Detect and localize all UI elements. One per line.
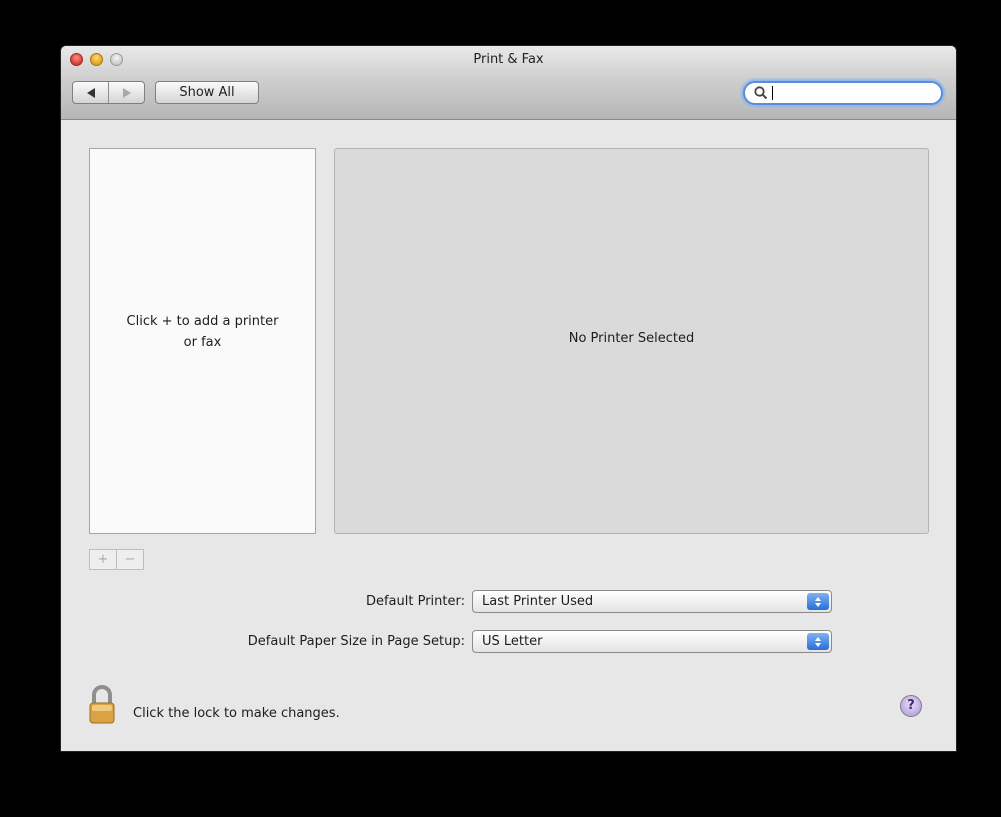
text-cursor: [772, 86, 773, 100]
printer-list-empty-message: Click + to add a printer or fax: [126, 314, 279, 350]
paper-size-value: US Letter: [482, 634, 543, 649]
popup-arrows-icon: [807, 593, 829, 610]
lock-message: Click the lock to make changes.: [133, 706, 340, 721]
no-printer-message: No Printer Selected: [568, 331, 695, 346]
screen-background: Print & Fax Show All Click + to add a pr…: [0, 0, 1001, 817]
default-printer-label: Default Printer:: [365, 594, 465, 609]
help-button[interactable]: ?: [900, 695, 922, 717]
print-fax-window: Print & Fax Show All Click + to add a pr…: [61, 46, 956, 751]
default-printer-popup[interactable]: Last Printer Used: [472, 590, 832, 613]
search-icon: [754, 86, 768, 100]
window-title: Print & Fax: [473, 52, 544, 67]
printer-list[interactable]: Click + to add a printer or fax: [89, 148, 316, 534]
back-button[interactable]: [73, 82, 108, 103]
printer-detail-panel: No Printer Selected: [334, 148, 929, 534]
show-all-button[interactable]: Show All: [155, 81, 259, 104]
back-arrow-icon: [86, 87, 95, 98]
forward-arrow-icon: [122, 87, 131, 98]
back-forward-control: [72, 81, 145, 104]
toolbar: Print & Fax Show All: [61, 46, 956, 120]
paper-size-label: Default Paper Size in Page Setup:: [247, 634, 465, 649]
forward-button[interactable]: [108, 82, 144, 103]
add-remove-control: + −: [89, 549, 144, 570]
search-field[interactable]: [743, 81, 943, 105]
popup-arrows-icon: [807, 633, 829, 650]
default-printer-value: Last Printer Used: [482, 594, 594, 609]
add-printer-button[interactable]: +: [90, 550, 116, 569]
lock-icon[interactable]: [87, 684, 117, 726]
remove-printer-button[interactable]: −: [116, 550, 143, 569]
paper-size-popup[interactable]: US Letter: [472, 630, 832, 653]
